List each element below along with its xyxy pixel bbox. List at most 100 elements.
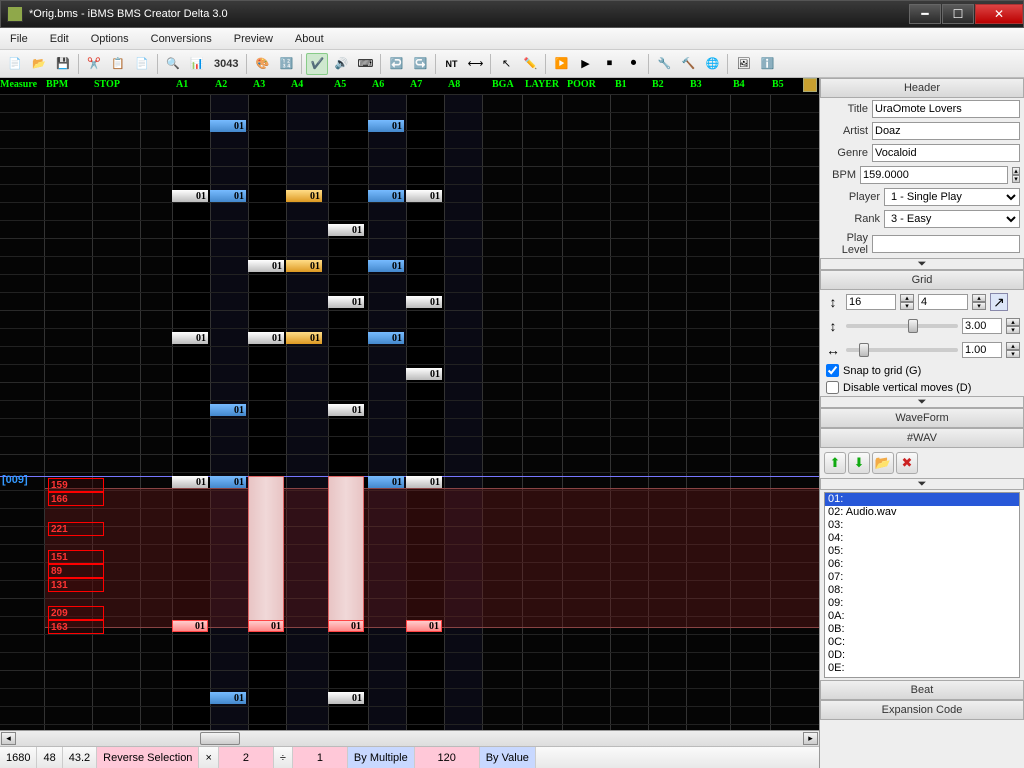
wav-item[interactable]: 0D:: [825, 649, 1019, 662]
multiplier-b-input[interactable]: [299, 752, 341, 764]
note[interactable]: 01: [328, 620, 364, 632]
close-button[interactable]: ✕: [975, 4, 1023, 24]
long-icon[interactable]: ⟷: [464, 53, 486, 75]
menu-options[interactable]: Options: [91, 33, 129, 45]
note[interactable]: 01: [406, 476, 442, 488]
genre-input[interactable]: [872, 144, 1020, 162]
bpm-marker[interactable]: 221: [48, 522, 104, 536]
maximize-button[interactable]: ☐: [942, 4, 974, 24]
wav-item[interactable]: 03:: [825, 519, 1019, 532]
bpm-marker[interactable]: 151: [48, 550, 104, 564]
disable-vert-checkbox[interactable]: [826, 381, 839, 394]
scroll-left-arrow[interactable]: ◂: [1, 732, 16, 745]
info-icon[interactable]: ℹ️: [756, 53, 778, 75]
wav-down-icon[interactable]: ⬇: [848, 452, 870, 474]
note[interactable]: 01: [172, 620, 208, 632]
wav-item[interactable]: 0A:: [825, 610, 1019, 623]
undo-icon[interactable]: ↩️: [385, 53, 407, 75]
zoom-horiz-spinner[interactable]: ▴▾: [1006, 342, 1020, 358]
open-folder-icon[interactable]: 📂: [28, 53, 50, 75]
zoom-vert-slider[interactable]: [846, 324, 958, 328]
note[interactable]: 01: [406, 296, 442, 308]
wrench-icon[interactable]: 🔨: [677, 53, 699, 75]
player-select[interactable]: 1 - Single Play: [884, 188, 1020, 206]
color-icon[interactable]: 🎨: [251, 53, 273, 75]
zoom-horiz-input[interactable]: [962, 342, 1002, 358]
wav-up-icon[interactable]: ⬆: [824, 452, 846, 474]
menu-file[interactable]: File: [10, 33, 28, 45]
grid-v2-input[interactable]: [918, 294, 968, 310]
collapse-header-icon[interactable]: ⏷: [820, 258, 1024, 270]
bpm-marker[interactable]: 131: [48, 578, 104, 592]
grid-v2-spinner[interactable]: ▴▾: [972, 294, 986, 310]
horizontal-scrollbar[interactable]: ◂ ▸: [0, 730, 819, 746]
grid-apply-icon[interactable]: ↗: [990, 293, 1008, 311]
wav-item[interactable]: 02: Audio.wav: [825, 506, 1019, 519]
minimize-button[interactable]: ━: [909, 4, 941, 24]
note[interactable]: 01: [210, 476, 246, 488]
nt-icon[interactable]: NT: [440, 53, 462, 75]
note[interactable]: 01: [172, 476, 208, 488]
cut-icon[interactable]: ✂️: [83, 53, 105, 75]
menu-edit[interactable]: Edit: [50, 33, 69, 45]
note[interactable]: 01: [328, 224, 364, 236]
by-value-button[interactable]: By Value: [480, 747, 536, 768]
note[interactable]: 01: [368, 120, 404, 132]
find-icon[interactable]: 🔍: [162, 53, 184, 75]
scroll-right-arrow[interactable]: ▸: [803, 732, 818, 745]
zoom-vert-input[interactable]: [962, 318, 1002, 334]
play-icon[interactable]: ▶: [574, 53, 596, 75]
note[interactable]: 01: [406, 620, 442, 632]
note[interactable]: 01: [328, 404, 364, 416]
note-grid[interactable]: [009]15916622115189131209163010101010101…: [0, 94, 819, 730]
image-icon[interactable]: 🖼: [732, 53, 754, 75]
wav-item[interactable]: 0B:: [825, 623, 1019, 636]
note[interactable]: 01: [286, 260, 322, 272]
wav-item[interactable]: 05:: [825, 545, 1019, 558]
snap-checkbox[interactable]: [826, 364, 839, 377]
keyboard-icon[interactable]: ⌨: [354, 53, 376, 75]
wav-delete-icon[interactable]: ✖: [896, 452, 918, 474]
long-note[interactable]: [328, 476, 364, 622]
web-icon[interactable]: 🌐: [701, 53, 723, 75]
note[interactable]: 01: [248, 332, 284, 344]
grid-v1-input[interactable]: [846, 294, 896, 310]
sort-icon[interactable]: 🔢: [275, 53, 297, 75]
bpm-marker[interactable]: 163: [48, 620, 104, 634]
wav-list[interactable]: 01:02: Audio.wav03:04:05:06:07:08:09:0A:…: [824, 492, 1020, 678]
note[interactable]: 01: [210, 190, 246, 202]
collapse-grid-icon[interactable]: ⏷: [820, 396, 1024, 408]
title-input[interactable]: [872, 100, 1020, 118]
cursor-icon[interactable]: ↖: [495, 53, 517, 75]
wav-item[interactable]: 04:: [825, 532, 1019, 545]
wav-item[interactable]: 09:: [825, 597, 1019, 610]
record-icon[interactable]: ⏺: [622, 53, 644, 75]
note[interactable]: 01: [172, 190, 208, 202]
artist-input[interactable]: [872, 122, 1020, 140]
bpm-marker[interactable]: 166: [48, 492, 104, 506]
check-icon[interactable]: ✔️: [306, 53, 328, 75]
note[interactable]: 01: [210, 404, 246, 416]
new-file-icon[interactable]: 📄: [4, 53, 26, 75]
wav-item[interactable]: 0C:: [825, 636, 1019, 649]
note[interactable]: 01: [406, 368, 442, 380]
bpm-spinner[interactable]: ▴▾: [1012, 167, 1020, 183]
paste-icon[interactable]: 📄: [131, 53, 153, 75]
column-config-icon[interactable]: [803, 78, 817, 92]
wav-item[interactable]: 01:: [825, 493, 1019, 506]
zoom-horiz-slider[interactable]: [846, 348, 958, 352]
note[interactable]: 01: [286, 332, 322, 344]
wav-item[interactable]: 07:: [825, 571, 1019, 584]
sound-icon[interactable]: 🔊: [330, 53, 352, 75]
note[interactable]: 01: [328, 692, 364, 704]
tools-icon[interactable]: 🔧: [653, 53, 675, 75]
redo-icon[interactable]: ↪️: [409, 53, 431, 75]
by-multiple-value-input[interactable]: [421, 752, 473, 764]
wav-item[interactable]: 08:: [825, 584, 1019, 597]
copy-icon[interactable]: 📋: [107, 53, 129, 75]
bpm-input[interactable]: [860, 166, 1008, 184]
expansion-section-button[interactable]: Expansion Code: [820, 700, 1024, 720]
playlevel-input[interactable]: [872, 235, 1020, 253]
save-icon[interactable]: 💾: [52, 53, 74, 75]
stat-icon[interactable]: 📊: [186, 53, 208, 75]
